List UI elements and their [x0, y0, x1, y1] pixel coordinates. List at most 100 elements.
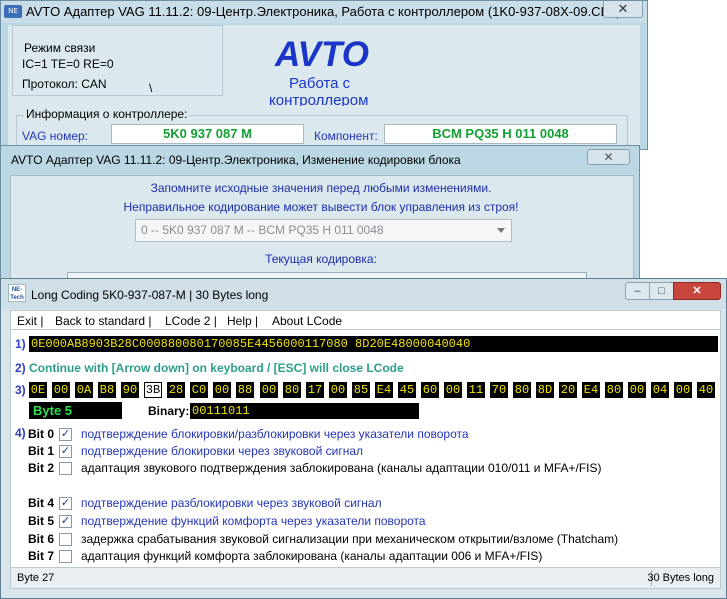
- bit-row-2: Bit 2 адаптация звукового подтверждения …: [25, 461, 715, 477]
- lcode-titlebar[interactable]: NE-Tech Long Coding 5K0-937-087-M | 30 B…: [1, 279, 726, 309]
- chevron-down-icon[interactable]: [497, 228, 505, 233]
- byte-cell[interactable]: 28: [167, 382, 185, 398]
- menu-lcode2[interactable]: LCode 2 |: [165, 314, 217, 328]
- controller-select-value: 0 -- 5K0 937 087 M -- BCM PQ35 H 011 004…: [141, 223, 384, 237]
- status-bar: Byte 27 30 Bytes long: [10, 567, 721, 589]
- byte-cell[interactable]: 80: [513, 382, 531, 398]
- bit-row-4: Bit 4 ✓ подтверждение разблокировки чере…: [25, 496, 715, 512]
- byte-cell[interactable]: 85: [352, 382, 370, 398]
- byte-cell[interactable]: 45: [398, 382, 416, 398]
- byte-cell[interactable]: 00: [444, 382, 462, 398]
- byte-cell[interactable]: 00: [674, 382, 692, 398]
- bit-label: Bit 5: [28, 514, 55, 528]
- bit-description: подтверждение блокировки через звуковой …: [81, 444, 363, 458]
- byte-cell[interactable]: C0: [190, 382, 208, 398]
- menu-bar: Exit | Back to standard | LCode 2 | Help…: [10, 310, 721, 330]
- controller-select[interactable]: 0 -- 5K0 937 087 M -- BCM PQ35 H 011 004…: [135, 219, 512, 242]
- bit-description: задержка срабатывания звуковой сигнализа…: [81, 532, 619, 546]
- bit-row-5: Bit 5 ✓ подтверждение функций комфорта ч…: [25, 514, 715, 530]
- byte-cell[interactable]: 0A: [75, 382, 93, 398]
- bit-description: подтверждение разблокировки через звуков…: [81, 496, 382, 510]
- lcode-title: Long Coding 5K0-937-087-M | 30 Bytes lon…: [31, 288, 269, 302]
- bit-label: Bit 4: [28, 496, 55, 510]
- main-window: NE AVTO Адаптер VAG 11.11.2: 09-Центр.Эл…: [0, 0, 648, 155]
- byte-cell[interactable]: 00: [260, 382, 278, 398]
- byte-cell[interactable]: 80: [605, 382, 623, 398]
- bit-description: адаптация функций комфорта заблокирована…: [81, 549, 543, 563]
- step-1-number: 1): [15, 337, 26, 351]
- bit-label: Bit 1: [28, 444, 55, 458]
- status-length: 30 Bytes long: [647, 572, 714, 584]
- maximize-button[interactable]: □: [649, 282, 674, 300]
- byte-cell[interactable]: 00: [52, 382, 70, 398]
- byte-cell[interactable]: 8D: [536, 382, 554, 398]
- mode-subtitle-line1: Работа с: [289, 75, 351, 92]
- byte-cell[interactable]: 17: [306, 382, 324, 398]
- bit-row-7: Bit 7 адаптация функций комфорта заблоки…: [25, 549, 715, 565]
- byte-cell[interactable]: 00: [329, 382, 347, 398]
- bit-row-6: Bit 6 задержка срабатывания звуковой сиг…: [25, 532, 715, 548]
- coding-window-close-button[interactable]: ✕: [587, 149, 630, 165]
- avto-logo: AVTO: [275, 35, 369, 74]
- controller-info-label: Информация о контроллере:: [24, 107, 190, 121]
- coding-string-field[interactable]: 0E000AB8903B28C000880080170085E445600011…: [29, 336, 718, 352]
- step-3-number: 3): [15, 383, 26, 397]
- bit-checkbox[interactable]: ✓: [59, 515, 72, 528]
- byte-grid: 0E 00 0A B8 90 3B 28 C0 00 88 00 80 17 00 85 E4 45 60 00 11…: [29, 382, 719, 400]
- bit-checkbox[interactable]: [59, 533, 72, 546]
- bit-checkbox[interactable]: ✓: [59, 497, 72, 510]
- byte-cell[interactable]: 70: [490, 382, 508, 398]
- bit-label: Bit 6: [28, 532, 55, 546]
- main-window-title: AVTO Адаптер VAG 11.11.2: 09-Центр.Элект…: [26, 4, 621, 19]
- byte-cell[interactable]: E4: [582, 382, 600, 398]
- menu-help[interactable]: Help |: [227, 314, 258, 328]
- bit-description: адаптация звукового подтверждения заблок…: [81, 461, 602, 475]
- bit-checkbox[interactable]: ✓: [59, 428, 72, 441]
- menu-back-to-standard[interactable]: Back to standard |: [55, 314, 152, 328]
- menu-exit[interactable]: Exit |: [17, 314, 43, 328]
- status-byte-position: Byte 27: [17, 572, 55, 584]
- bit-checkbox[interactable]: [59, 462, 72, 475]
- minimize-button[interactable]: –: [625, 282, 650, 300]
- ic-status: IC=1 TE=0 RE=0: [22, 57, 114, 71]
- main-window-titlebar[interactable]: NE AVTO Адаптер VAG 11.11.2: 09-Центр.Эл…: [1, 1, 647, 23]
- bit-label: Bit 7: [28, 549, 55, 563]
- byte-cell[interactable]: 20: [559, 382, 577, 398]
- lcode-client: 1) 0E000AB8903B28C000880080170085E445600…: [10, 330, 721, 567]
- coding-window: AVTO Адаптер VAG 11.11.2: 09-Центр.Элект…: [0, 145, 640, 291]
- byte-cell[interactable]: 88: [236, 382, 254, 398]
- current-coding-label: Текущая кодировка:: [265, 252, 377, 266]
- warning-text-2: Неправильное кодирование может вывести б…: [123, 200, 519, 214]
- component-label: Компонент:: [314, 129, 378, 143]
- byte-cell[interactable]: E4: [375, 382, 393, 398]
- component-value: BCM PQ35 H 011 0048: [384, 124, 617, 144]
- ne-tech-icon: NE-Tech: [8, 284, 26, 302]
- bit-description: подтверждение блокировки/разблокировки ч…: [81, 427, 469, 441]
- byte-cell[interactable]: 04: [651, 382, 669, 398]
- byte-cell[interactable]: 0E: [29, 382, 47, 398]
- menu-about-lcode[interactable]: About LCode: [272, 314, 342, 328]
- close-button[interactable]: ✕: [673, 282, 721, 300]
- byte-cell[interactable]: 80: [283, 382, 301, 398]
- bit-row-1: Bit 1 ✓ подтверждение блокировки через з…: [25, 444, 715, 460]
- byte-cell[interactable]: 00: [213, 382, 231, 398]
- protocol-label: Протокол: CAN: [22, 77, 107, 91]
- byte-cell[interactable]: 90: [121, 382, 139, 398]
- bit-label: Bit 2: [28, 461, 55, 475]
- connection-mode-label: Режим связи: [24, 41, 96, 55]
- byte-cell[interactable]: 11: [467, 382, 485, 398]
- bit-description: подтверждение функций комфорта через ука…: [81, 514, 426, 528]
- byte-cell[interactable]: 3B: [144, 382, 162, 398]
- app-icon: NE: [4, 5, 22, 18]
- protocol-activity-mark: \: [149, 81, 153, 95]
- byte-cell[interactable]: 60: [421, 382, 439, 398]
- byte-cell[interactable]: B8: [98, 382, 116, 398]
- byte-cell[interactable]: 40: [697, 382, 715, 398]
- main-window-close-button[interactable]: ✕: [603, 1, 643, 18]
- vag-number-value: 5K0 937 087 M: [111, 124, 304, 144]
- binary-value: 00111011: [190, 403, 419, 419]
- byte-cell[interactable]: 00: [628, 382, 646, 398]
- selected-byte-label: Byte 5: [29, 402, 122, 419]
- bit-checkbox[interactable]: [59, 550, 72, 563]
- bit-checkbox[interactable]: ✓: [59, 445, 72, 458]
